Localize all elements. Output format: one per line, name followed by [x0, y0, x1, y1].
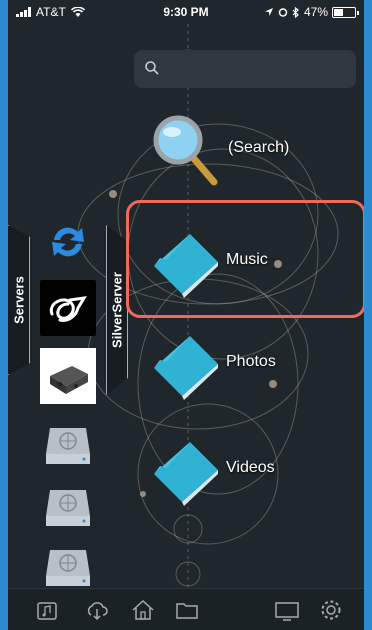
server-item-drive[interactable] — [40, 418, 96, 474]
alarm-icon — [278, 8, 288, 17]
silverserver-tab[interactable]: SilverServer — [106, 225, 128, 395]
bottom-toolbar — [8, 588, 364, 630]
server-item-drive[interactable] — [40, 480, 96, 536]
home-icon — [132, 599, 154, 620]
right-border — [364, 0, 372, 630]
battery-icon — [332, 6, 359, 18]
settings-icon — [321, 600, 341, 620]
left-border — [0, 0, 8, 630]
battery-percent: 47% — [303, 5, 328, 19]
tv-button[interactable] — [274, 597, 300, 623]
silverserver-logo-icon — [49, 296, 87, 322]
servers-tab[interactable]: Servers — [8, 225, 30, 375]
media-item-label: (Search) — [228, 139, 290, 156]
bluetooth-icon — [292, 6, 299, 18]
sync-button[interactable] — [40, 214, 96, 270]
search-bar[interactable] — [134, 50, 356, 88]
folder-icon — [154, 336, 218, 400]
music-highlight-box — [126, 200, 364, 318]
media-item-label: Videos — [226, 459, 275, 476]
search-input[interactable] — [164, 50, 350, 88]
status-right: 47% — [264, 5, 359, 19]
sync-icon — [52, 227, 84, 257]
server-item-media-box[interactable] — [40, 348, 96, 404]
tv-icon — [275, 602, 299, 621]
folder-icon — [154, 442, 218, 506]
folder-button[interactable] — [174, 597, 200, 623]
home-button[interactable] — [130, 597, 156, 623]
app-frame: AT&T 9:30 PM 47% Servers SilverServer (S… — [8, 0, 364, 630]
media-item-photos[interactable]: Photos — [146, 322, 276, 402]
media-item-label: Photos — [226, 353, 276, 370]
status-bar: AT&T 9:30 PM 47% — [8, 0, 364, 24]
folder-icon — [176, 603, 198, 619]
network-drive-icon — [46, 428, 90, 464]
media-item-videos[interactable]: Videos — [146, 428, 275, 508]
media-box-icon — [40, 348, 96, 404]
search-icon — [145, 61, 159, 75]
media-item-search[interactable]: (Search) — [148, 108, 289, 188]
server-item-silverserver[interactable] — [40, 280, 96, 336]
network-drive-icon — [46, 490, 90, 526]
music-library-icon — [37, 602, 57, 620]
silverserver-tab-label: SilverServer — [109, 272, 125, 348]
music-library-button[interactable] — [34, 597, 60, 623]
servers-tab-label: Servers — [11, 276, 26, 324]
cloud-download-icon — [87, 602, 108, 621]
magnifier-icon — [153, 115, 218, 186]
cloud-download-button[interactable] — [84, 597, 110, 623]
location-arrow-icon — [264, 8, 273, 16]
settings-button[interactable] — [318, 597, 344, 623]
